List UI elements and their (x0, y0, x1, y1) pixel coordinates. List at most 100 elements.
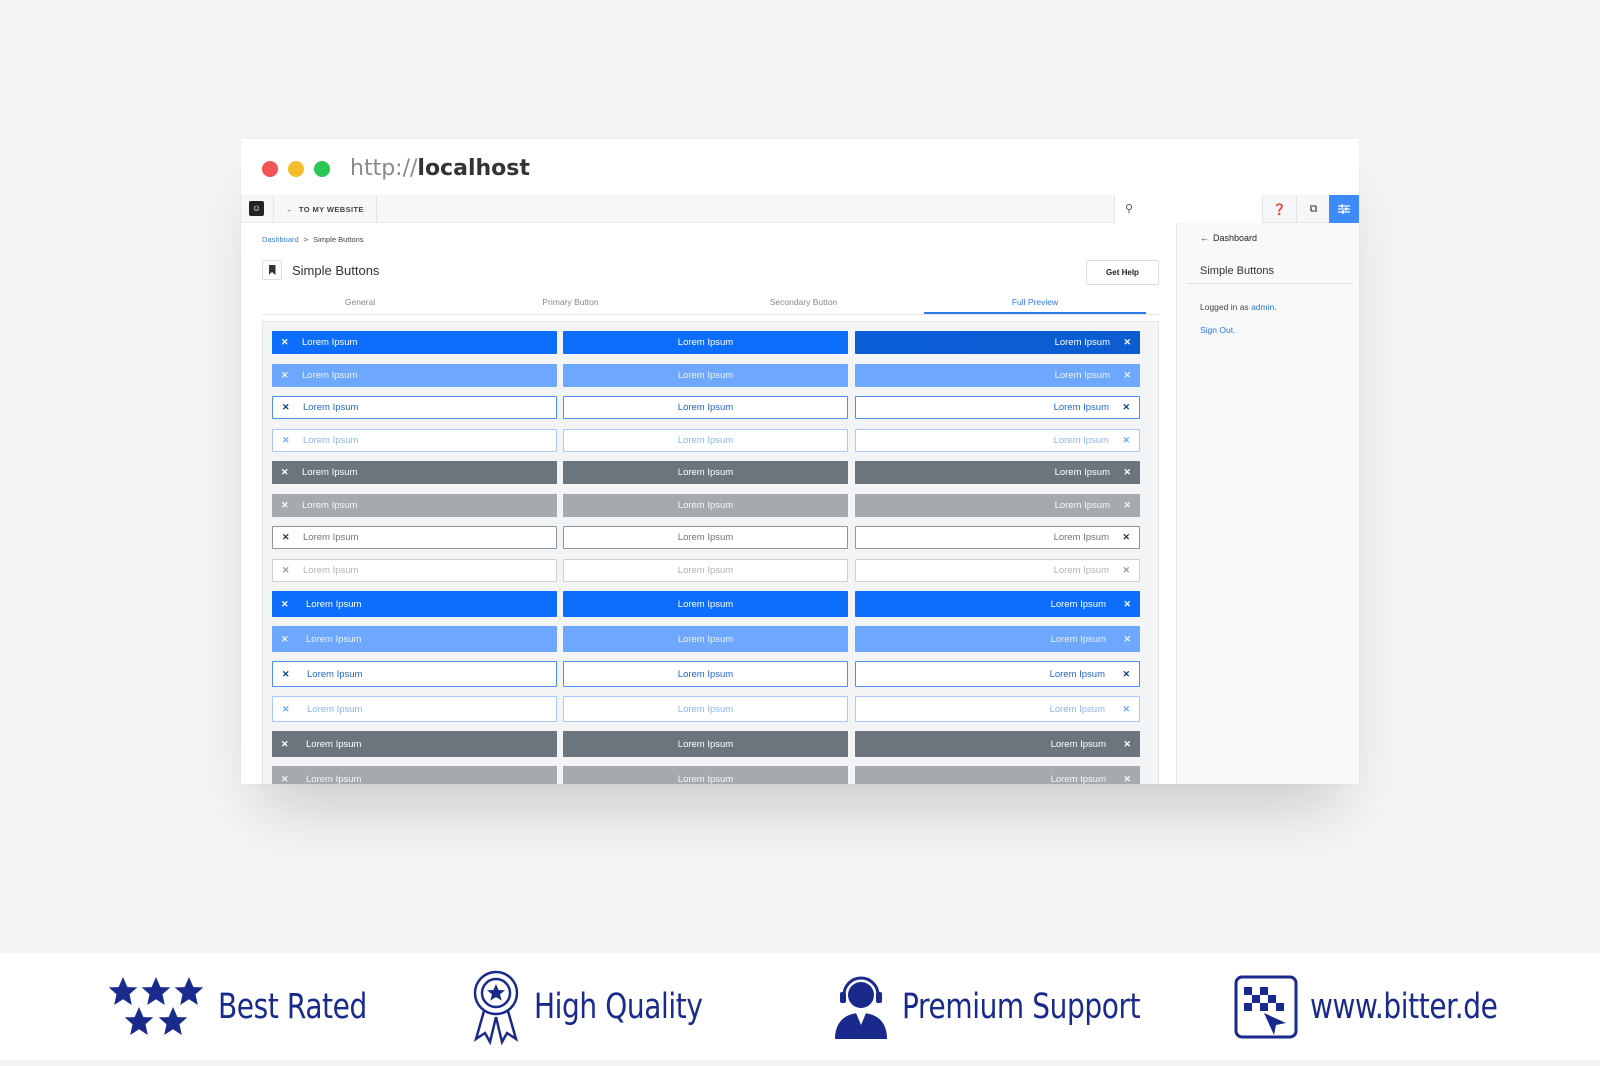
to-my-website-button[interactable]: ← TO MY WEBSITE (273, 195, 377, 223)
close-icon[interactable]: ✕ (281, 370, 289, 381)
preview-button[interactable]: ✕ Lorem Ipsum (855, 558, 1140, 582)
preview-button[interactable]: ✕ Lorem Ipsum (855, 461, 1140, 484)
sidebar-back-link[interactable]: ← Dashboard (1200, 233, 1257, 243)
preview-button-label: Lorem Ipsum (303, 564, 359, 576)
preview-button[interactable]: ✕ Lorem Ipsum (855, 493, 1140, 517)
preview-button[interactable]: Lorem Ipsum (563, 396, 848, 419)
close-icon[interactable]: ✕ (1123, 599, 1131, 610)
breadcrumb-separator: > (303, 235, 309, 244)
close-icon[interactable]: ✕ (1122, 704, 1130, 715)
preview-button[interactable]: Lorem Ipsum (563, 526, 848, 549)
close-icon[interactable]: ✕ (1123, 774, 1131, 785)
get-help-button[interactable]: Get Help (1086, 260, 1159, 285)
preview-button[interactable]: ✕ Lorem Ipsum (855, 428, 1140, 452)
concrete-logo-icon[interactable]: ☺ (249, 201, 264, 216)
close-icon[interactable]: ✕ (1123, 370, 1131, 381)
preview-button[interactable]: Lorem Ipsum (563, 626, 848, 652)
close-icon[interactable]: ✕ (1122, 435, 1130, 446)
address-bar[interactable]: http://localhost (350, 156, 530, 181)
minimize-window-button[interactable] (288, 161, 304, 177)
preview-button[interactable]: ✕ Lorem Ipsum (272, 558, 557, 582)
close-icon[interactable]: ✕ (1123, 739, 1131, 750)
preview-button[interactable]: ✕ Lorem Ipsum (272, 428, 557, 452)
preview-button[interactable]: ✕ Lorem Ipsum (855, 331, 1140, 354)
preview-button[interactable]: ✕ Lorem Ipsum (272, 731, 557, 757)
preview-button-label: Lorem Ipsum (1053, 564, 1109, 576)
tab-general[interactable]: General (262, 291, 458, 314)
preview-button[interactable]: Lorem Ipsum (563, 428, 848, 452)
close-icon[interactable]: ✕ (281, 599, 289, 610)
sign-out-link[interactable]: Sign Out. (1200, 325, 1235, 335)
tab-primary-button[interactable]: Primary Button (458, 291, 683, 314)
search-field[interactable]: ⚲ (1114, 195, 1262, 223)
close-icon[interactable]: ✕ (282, 704, 290, 715)
close-icon[interactable]: ✕ (1122, 402, 1130, 413)
close-icon[interactable]: ✕ (1123, 337, 1131, 348)
close-icon[interactable]: ✕ (281, 739, 289, 750)
close-icon[interactable]: ✕ (281, 500, 289, 511)
preview-button[interactable]: ✕ Lorem Ipsum (272, 461, 557, 484)
preview-button[interactable]: Lorem Ipsum (563, 558, 848, 582)
close-icon[interactable]: ✕ (1123, 467, 1131, 478)
preview-button[interactable]: ✕ Lorem Ipsum (272, 626, 557, 652)
arrow-left-icon: ← (1200, 233, 1209, 243)
help-button[interactable]: ❓ (1262, 195, 1296, 223)
preview-button[interactable]: ✕ Lorem Ipsum (272, 591, 557, 617)
preview-button[interactable]: Lorem Ipsum (563, 591, 848, 617)
preview-button[interactable]: Lorem Ipsum (563, 363, 848, 387)
close-icon[interactable]: ✕ (281, 337, 289, 348)
close-icon[interactable]: ✕ (1123, 500, 1131, 511)
maximize-window-button[interactable] (314, 161, 330, 177)
search-input[interactable] (1139, 199, 1257, 219)
preview-button[interactable]: Lorem Ipsum (563, 493, 848, 517)
close-icon[interactable]: ✕ (1122, 565, 1130, 576)
preview-button[interactable]: ✕ Lorem Ipsum (272, 766, 557, 784)
user-link[interactable]: admin (1251, 302, 1274, 312)
preview-button[interactable]: ✕ Lorem Ipsum (855, 591, 1140, 617)
bookmark-icon[interactable] (262, 260, 282, 280)
preview-button[interactable]: ✕ Lorem Ipsum (855, 396, 1140, 419)
close-icon[interactable]: ✕ (282, 402, 290, 413)
preview-button[interactable]: ✕ Lorem Ipsum (855, 731, 1140, 757)
preview-button[interactable]: ✕ Lorem Ipsum (855, 363, 1140, 387)
tab-secondary-button[interactable]: Secondary Button (683, 291, 924, 314)
close-icon[interactable]: ✕ (282, 669, 290, 680)
tab-full-preview[interactable]: Full Preview (924, 291, 1146, 314)
preview-button[interactable]: Lorem Ipsum (563, 731, 848, 757)
close-icon[interactable]: ✕ (282, 532, 290, 543)
breadcrumb-dashboard-link[interactable]: Dashboard (262, 235, 299, 244)
page-header: Simple Buttons (262, 260, 379, 280)
close-icon[interactable]: ✕ (282, 435, 290, 446)
preview-button[interactable]: ✕ Lorem Ipsum (272, 363, 557, 387)
preview-button[interactable]: ✕ Lorem Ipsum (272, 661, 557, 687)
preview-button[interactable]: ✕ Lorem Ipsum (855, 526, 1140, 549)
close-window-button[interactable] (262, 161, 278, 177)
preview-button[interactable]: ✕ Lorem Ipsum (272, 696, 557, 722)
preview-button[interactable]: Lorem Ipsum (563, 766, 848, 784)
help-icon: ❓ (1272, 203, 1287, 216)
preview-button[interactable]: ✕ Lorem Ipsum (272, 526, 557, 549)
close-icon[interactable]: ✕ (281, 467, 289, 478)
preview-button[interactable]: ✕ Lorem Ipsum (855, 766, 1140, 784)
close-icon[interactable]: ✕ (1122, 669, 1130, 680)
preview-button[interactable]: ✕ Lorem Ipsum (855, 626, 1140, 652)
close-icon[interactable]: ✕ (282, 565, 290, 576)
preview-button[interactable]: Lorem Ipsum (563, 696, 848, 722)
settings-button[interactable] (1329, 195, 1359, 223)
copy-button[interactable]: ⧉ (1296, 195, 1330, 223)
preview-button[interactable]: Lorem Ipsum (563, 461, 848, 484)
close-icon[interactable]: ✕ (1123, 634, 1131, 645)
preview-button-label: Lorem Ipsum (677, 703, 734, 715)
preview-button[interactable]: Lorem Ipsum (563, 331, 848, 354)
close-icon[interactable]: ✕ (281, 634, 289, 645)
preview-button[interactable]: ✕ Lorem Ipsum (272, 493, 557, 517)
preview-button[interactable]: Lorem Ipsum (563, 661, 848, 687)
close-icon[interactable]: ✕ (1122, 532, 1130, 543)
search-icon: ⚲ (1125, 203, 1134, 215)
preview-button[interactable]: ✕ Lorem Ipsum (272, 396, 557, 419)
preview-button[interactable]: ✕ Lorem Ipsum (272, 331, 557, 354)
preview-button-label: Lorem Ipsum (677, 738, 734, 750)
close-icon[interactable]: ✕ (281, 774, 289, 785)
preview-button[interactable]: ✕ Lorem Ipsum (855, 661, 1140, 687)
preview-button[interactable]: ✕ Lorem Ipsum (855, 696, 1140, 722)
